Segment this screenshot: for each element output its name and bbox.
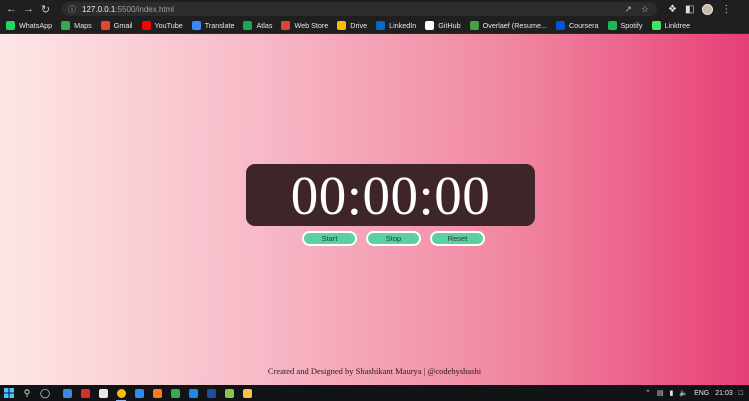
bookmark-favicon-icon <box>100 21 110 30</box>
bookmark-item[interactable]: LinkedIn <box>376 21 416 30</box>
start-button[interactable]: Start <box>302 231 357 246</box>
bookmark-item[interactable]: GitHub <box>425 21 461 30</box>
profile-avatar[interactable] <box>702 3 714 15</box>
clock[interactable]: 21:03 <box>715 390 733 397</box>
bookmark-favicon-icon <box>191 21 201 30</box>
app-orange-icon[interactable] <box>148 385 166 401</box>
app-red-icon[interactable] <box>76 385 94 401</box>
file-explorer-icon[interactable] <box>238 385 256 401</box>
bookmark-label: WhatsApp <box>19 21 53 30</box>
bookmark-favicon-icon <box>425 21 435 30</box>
tray-chevron-icon[interactable]: ⌃ <box>645 389 651 397</box>
stopwatch-display: 00:00:00 <box>290 164 491 226</box>
bookmark-item[interactable]: Drive <box>337 21 367 30</box>
footer-credit: Created and Designed by Shashikant Maury… <box>267 366 482 376</box>
bookmark-label: Overlaef (Resume... <box>482 21 547 30</box>
bookmark-favicon-icon <box>281 21 291 30</box>
task-view-icon[interactable] <box>58 385 76 401</box>
bookmark-label: Translate <box>204 21 235 30</box>
language-indicator[interactable]: ENG <box>694 390 709 397</box>
bookmark-favicon-icon <box>243 21 253 30</box>
site-info-icon[interactable]: ⓘ <box>68 4 76 15</box>
chrome-icon[interactable] <box>112 385 130 401</box>
bookmark-item[interactable]: WhatsApp <box>6 21 52 30</box>
address-path: :5500/index.html <box>115 4 175 14</box>
vscode-icon[interactable] <box>130 385 148 401</box>
bookmark-label: Drive <box>350 21 368 30</box>
bookmark-favicon-icon <box>61 21 71 30</box>
bookmark-item[interactable]: Gmail <box>100 21 133 30</box>
bookmark-item[interactable]: Atlas <box>243 21 272 30</box>
address-host: 127.0.0.1 <box>82 4 116 14</box>
reload-icon[interactable]: ↻ <box>37 0 54 18</box>
bookmark-favicon-icon <box>555 21 565 30</box>
bookmark-favicon-icon <box>141 21 151 30</box>
app-lime-icon[interactable] <box>220 385 238 401</box>
bookmark-item[interactable]: YouTube <box>141 21 183 30</box>
notification-icon[interactable]: □ <box>739 390 743 397</box>
address-bar[interactable]: ⓘ 127.0.0.1 :5500/index.html ↗ ☆ <box>62 2 657 16</box>
windows-start-icon[interactable] <box>0 385 18 401</box>
bookmark-favicon-icon <box>469 21 479 30</box>
bookmark-label: GitHub <box>438 21 461 30</box>
bookmark-item[interactable]: Overlaef (Resume... <box>469 21 547 30</box>
taskbar: ⚲ ◯ ⌃ ▤ ▮ 🔈 ENG 21:03 □ <box>0 385 749 401</box>
back-arrow-icon[interactable]: ← <box>3 0 20 18</box>
bookmark-favicon-icon <box>607 21 617 30</box>
bookmark-item[interactable]: Web Store <box>281 21 328 30</box>
network-icon[interactable]: ▤ <box>657 389 664 397</box>
browser-toolbar: ← → ↻ ⓘ 127.0.0.1 :5500/index.html ↗ ☆ ❖… <box>0 0 749 18</box>
bookmark-label: Spotify <box>620 21 643 30</box>
bookmark-label: Maps <box>74 21 92 30</box>
app-navy-icon[interactable] <box>202 385 220 401</box>
app-green-icon[interactable] <box>166 385 184 401</box>
side-panel-icon[interactable]: ◧ <box>685 4 694 15</box>
stopwatch-panel: 00:00:00 <box>246 164 535 226</box>
bookmark-star-icon[interactable]: ☆ <box>641 4 649 15</box>
search-icon[interactable]: ⚲ <box>18 385 36 401</box>
bookmark-label: Web Store <box>294 21 329 30</box>
bookmark-item[interactable]: Translate <box>191 21 235 30</box>
bookmark-favicon-icon <box>6 21 15 30</box>
extensions-puzzle-icon[interactable]: ❖ <box>668 4 677 15</box>
bookmark-label: LinkedIn <box>389 21 417 30</box>
bookmark-favicon-icon <box>651 21 661 30</box>
stop-button[interactable]: Stop <box>366 231 421 246</box>
forward-arrow-icon[interactable]: → <box>20 0 37 18</box>
stopwatch-controls: Start Stop Reset <box>302 231 485 246</box>
reset-button[interactable]: Reset <box>430 231 485 246</box>
bookmark-item[interactable]: Spotify <box>607 21 643 30</box>
system-tray: ⌃ ▤ ▮ 🔈 ENG 21:03 □ <box>645 389 749 398</box>
menu-kebab-icon[interactable]: ⋮ <box>721 4 731 15</box>
bookmark-label: Atlas <box>256 21 273 30</box>
page-content: 00:00:00 Start Stop Reset Created and De… <box>0 34 749 385</box>
cortana-circle-icon[interactable]: ◯ <box>36 385 54 401</box>
bookmark-favicon-icon <box>337 21 347 30</box>
bookmark-label: Linktree <box>664 21 691 30</box>
battery-icon[interactable]: ▮ <box>669 389 673 397</box>
share-icon[interactable]: ↗ <box>624 4 632 15</box>
app-blue-icon[interactable] <box>184 385 202 401</box>
bookmark-favicon-icon <box>376 21 386 30</box>
bookmark-item[interactable]: Linktree <box>651 21 691 30</box>
app-white-icon[interactable] <box>94 385 112 401</box>
bookmark-label: Coursera <box>568 21 599 30</box>
bookmark-item[interactable]: Maps <box>61 21 92 30</box>
bookmark-label: YouTube <box>154 21 183 30</box>
volume-icon[interactable]: 🔈 <box>679 389 688 397</box>
bookmark-item[interactable]: Coursera <box>555 21 599 30</box>
bookmarks-bar: WhatsApp Maps Gmail YouTube Translate Atlas We… <box>0 18 749 34</box>
taskbar-apps <box>58 385 256 401</box>
bookmark-label: Gmail <box>113 21 133 30</box>
